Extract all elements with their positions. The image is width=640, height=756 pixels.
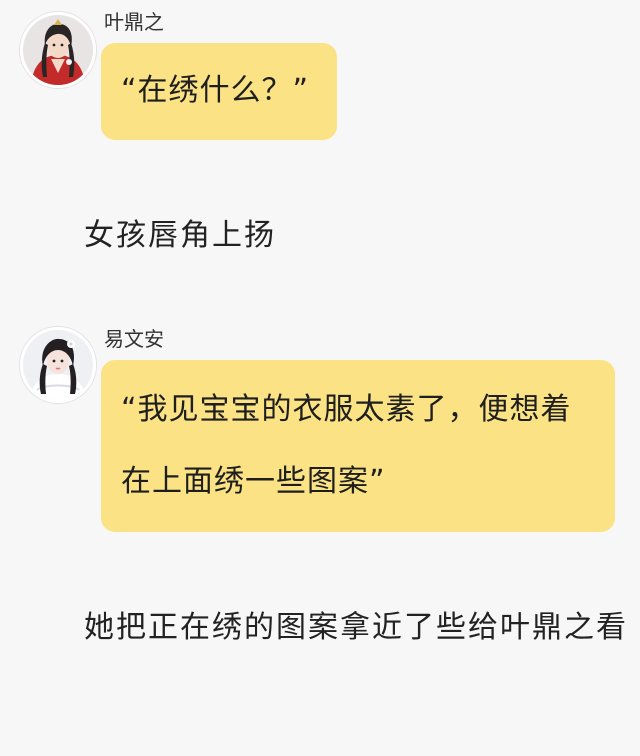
message-bubble[interactable]: “我见宝宝的衣服太素了，便想着在上面绣一些图案” <box>101 360 615 532</box>
message-text: “在绣什么？” <box>121 73 310 108</box>
sender-name: 叶鼎之 <box>104 10 164 34</box>
message-text: “我见宝宝的衣服太素了，便想着在上面绣一些图案” <box>121 392 572 499</box>
avatar-ye-dingzhi[interactable] <box>20 12 96 88</box>
narration-line: 她把正在绣的图案拿近了些给叶鼎之看 <box>84 610 628 645</box>
narration-line: 女孩唇角上扬 <box>84 218 276 253</box>
message-bubble[interactable]: “在绣什么？” <box>101 43 337 140</box>
sender-name: 易文安 <box>104 327 164 351</box>
avatar-yi-wenan[interactable] <box>20 327 96 403</box>
